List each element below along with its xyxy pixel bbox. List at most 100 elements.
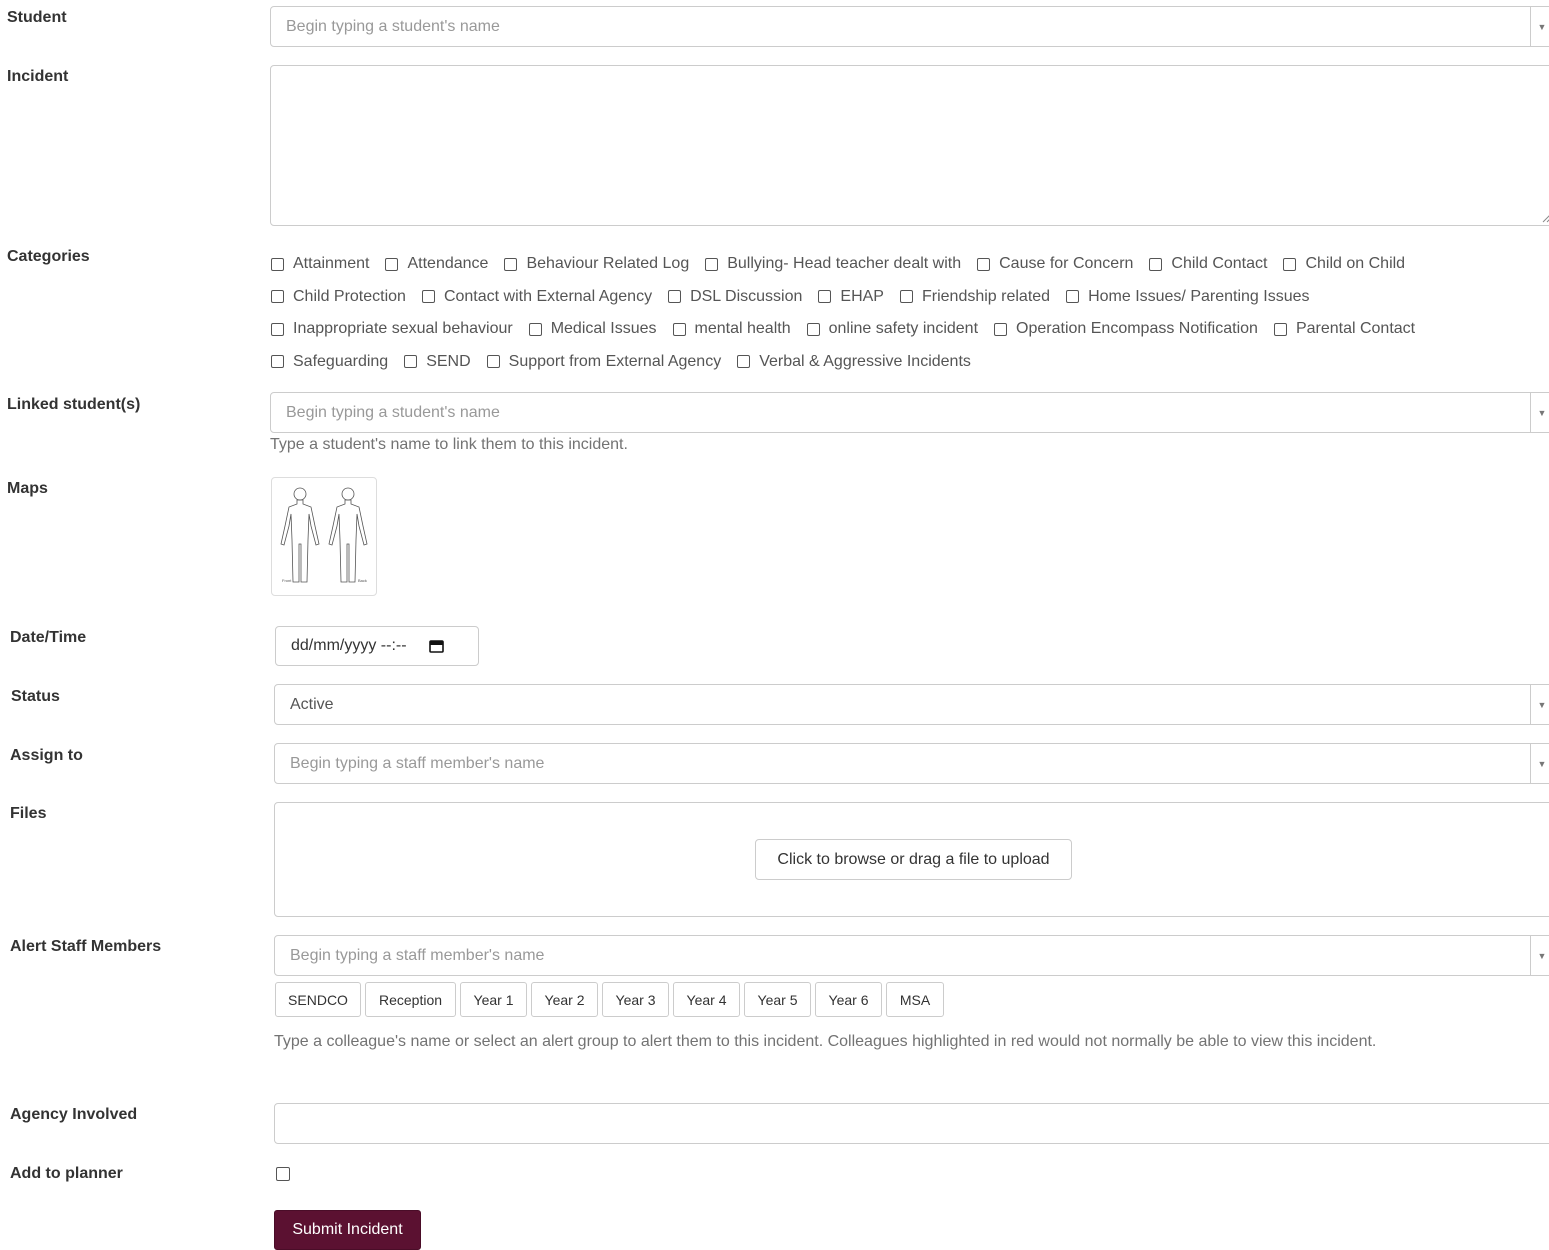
alert-group-button[interactable]: MSA <box>886 982 944 1017</box>
caret-down-icon[interactable]: ▼ <box>1530 7 1549 46</box>
alert-group-button[interactable]: Year 4 <box>673 982 740 1017</box>
category-label: Operation Encompass Notification <box>1016 320 1258 338</box>
assign-to-select[interactable]: Begin typing a staff member's name ▼ <box>274 743 1549 784</box>
alert-staff-select[interactable]: Begin typing a staff member's name ▼ <box>274 935 1549 976</box>
category-option[interactable]: Child Protection <box>271 288 406 306</box>
category-checkbox[interactable] <box>504 257 518 271</box>
category-option[interactable]: online safety incident <box>806 320 978 338</box>
categories-row: Child Protection Contact with External A… <box>271 281 1541 314</box>
incident-label: Incident <box>7 68 69 85</box>
agency-involved-label: Agency Involved <box>10 1106 138 1123</box>
linked-students-select[interactable]: Begin typing a student's name ▼ <box>270 392 1549 433</box>
category-label: Medical Issues <box>550 320 657 338</box>
category-checkbox[interactable] <box>1149 257 1163 271</box>
category-checkbox[interactable] <box>737 355 751 369</box>
alert-staff-placeholder: Begin typing a staff member's name <box>290 946 545 964</box>
caret-down-icon[interactable]: ▼ <box>1530 393 1549 432</box>
category-option[interactable]: EHAP <box>818 288 884 306</box>
upload-button-label: Click to browse or drag a file to upload <box>777 850 1050 868</box>
assign-to-label: Assign to <box>10 747 83 764</box>
category-checkbox[interactable] <box>994 322 1008 336</box>
category-option[interactable]: Support from External Agency <box>486 353 721 371</box>
body-map-icon: Front Back <box>280 487 368 583</box>
agency-involved-input[interactable] <box>274 1103 1549 1144</box>
category-checkbox[interactable] <box>271 355 284 369</box>
submit-incident-label: Submit Incident <box>292 1221 403 1238</box>
category-checkbox[interactable] <box>528 322 542 336</box>
alert-staff-label: Alert Staff Members <box>10 938 162 955</box>
student-placeholder: Begin typing a student's name <box>286 17 500 35</box>
category-option[interactable]: SEND <box>404 353 471 371</box>
status-value: Active <box>290 695 334 713</box>
category-label: Inappropriate sexual behaviour <box>293 320 513 338</box>
category-option[interactable]: Parental Contact <box>1273 320 1415 338</box>
calendar-icon[interactable] <box>428 639 444 653</box>
category-checkbox[interactable] <box>899 290 913 304</box>
category-option[interactable]: Bullying- Head teacher dealt with <box>705 255 961 273</box>
alert-group-button[interactable]: Year 3 <box>602 982 669 1017</box>
category-checkbox[interactable] <box>271 290 284 304</box>
category-option[interactable]: Operation Encompass Notification <box>994 320 1258 338</box>
upload-button[interactable]: Click to browse or drag a file to upload <box>755 839 1072 880</box>
datetime-input[interactable]: dd/mm/yyyy --:-- <box>275 626 479 666</box>
alert-group-button[interactable]: Year 5 <box>744 982 811 1017</box>
caret-down-icon[interactable]: ▼ <box>1530 744 1549 783</box>
category-label: Behaviour Related Log <box>526 255 690 273</box>
student-select[interactable]: Begin typing a student's name ▼ <box>270 6 1549 47</box>
category-option[interactable]: Inappropriate sexual behaviour <box>271 320 513 338</box>
category-label: Child on Child <box>1305 255 1406 273</box>
alert-group-button[interactable]: SENDCO <box>275 982 361 1017</box>
category-option[interactable]: DSL Discussion <box>668 288 802 306</box>
category-option[interactable]: Home Issues/ Parenting Issues <box>1066 288 1310 306</box>
category-checkbox[interactable] <box>668 290 682 304</box>
category-option[interactable]: Child on Child <box>1283 255 1405 273</box>
resize-grip-icon[interactable] <box>1541 213 1549 223</box>
category-checkbox[interactable] <box>404 355 418 369</box>
category-checkbox[interactable] <box>977 257 991 271</box>
caret-down-icon[interactable]: ▼ <box>1530 936 1549 975</box>
body-map-caption: Back <box>358 578 367 583</box>
category-option[interactable]: Cause for Concern <box>977 255 1133 273</box>
add-to-planner-checkbox[interactable] <box>276 1167 290 1181</box>
caret-down-icon[interactable]: ▼ <box>1530 685 1549 724</box>
category-checkbox[interactable] <box>271 322 284 336</box>
files-label: Files <box>10 805 47 822</box>
alert-group-button[interactable]: Year 2 <box>531 982 598 1017</box>
category-checkbox[interactable] <box>1066 290 1080 304</box>
category-label: Child Contact <box>1171 255 1268 273</box>
category-checkbox[interactable] <box>672 322 686 336</box>
assign-to-placeholder: Begin typing a staff member's name <box>290 754 545 772</box>
category-checkbox[interactable] <box>486 355 500 369</box>
categories-label: Categories <box>7 248 90 265</box>
category-checkbox[interactable] <box>271 257 284 271</box>
categories-row: Attainment Attendance Behaviour Related … <box>271 248 1541 281</box>
alert-groups: SENDCO Reception Year 1 Year 2 Year 3 Ye… <box>275 982 948 1017</box>
category-label: Safeguarding <box>293 352 389 370</box>
incident-textarea[interactable] <box>270 65 1549 226</box>
category-label: Child Protection <box>293 287 406 305</box>
alert-group-button[interactable]: Reception <box>365 982 456 1017</box>
status-select[interactable]: Active ▼ <box>274 684 1549 725</box>
alert-group-button[interactable]: Year 1 <box>460 982 527 1017</box>
category-checkbox[interactable] <box>385 257 399 271</box>
category-option[interactable]: Verbal & Aggressive Incidents <box>737 353 971 371</box>
category-option[interactable]: Child Contact <box>1149 255 1267 273</box>
category-checkbox[interactable] <box>1283 257 1297 271</box>
category-checkbox[interactable] <box>806 322 820 336</box>
category-checkbox[interactable] <box>818 290 832 304</box>
category-option[interactable]: Medical Issues <box>528 320 657 338</box>
category-option[interactable]: mental health <box>672 320 791 338</box>
category-option[interactable]: Attendance <box>385 255 488 273</box>
category-option[interactable]: Safeguarding <box>271 353 388 371</box>
alert-group-button[interactable]: Year 6 <box>815 982 882 1017</box>
category-option[interactable]: Contact with External Agency <box>421 288 652 306</box>
submit-incident-button[interactable]: Submit Incident <box>274 1210 421 1250</box>
category-checkbox[interactable] <box>1273 322 1287 336</box>
category-checkbox[interactable] <box>421 290 435 304</box>
category-option[interactable]: Behaviour Related Log <box>504 255 689 273</box>
category-checkbox[interactable] <box>705 257 719 271</box>
datetime-label: Date/Time <box>10 629 87 646</box>
body-map-thumbnail[interactable]: Front Back <box>271 477 377 596</box>
category-option[interactable]: Attainment <box>271 255 369 273</box>
category-option[interactable]: Friendship related <box>899 288 1050 306</box>
